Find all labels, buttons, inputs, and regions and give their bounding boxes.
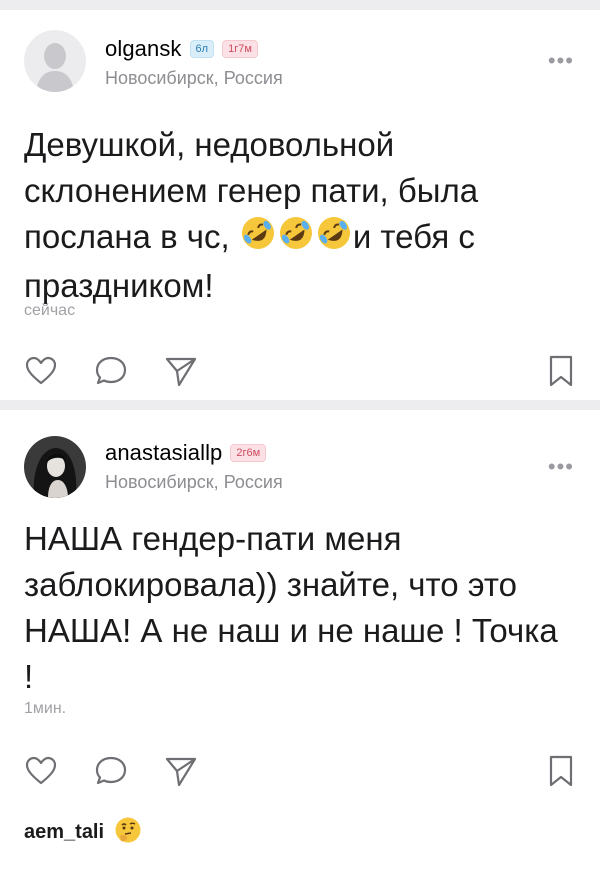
avatar[interactable]: [24, 436, 86, 498]
post-author: anastasiallp 2г6м: [105, 440, 267, 466]
avatar[interactable]: [24, 30, 86, 92]
username[interactable]: anastasiallp: [105, 440, 222, 466]
heart-icon[interactable]: [24, 354, 58, 388]
rolling-on-floor-laughing-emoji: [240, 215, 276, 263]
heart-icon[interactable]: [24, 754, 58, 788]
thinking-face-emoji: [114, 816, 142, 849]
default-avatar-icon: [24, 30, 86, 92]
post-text: Девушкой, недовольной склонением генер п…: [24, 122, 570, 309]
post-text: НАША гендер-пати меня заблокировала)) зн…: [24, 520, 558, 695]
comment-bubble-icon[interactable]: [94, 754, 128, 788]
membership-badge: 2г6м: [230, 444, 267, 462]
post-time: сейчас: [24, 302, 76, 319]
share-plane-icon[interactable]: [164, 354, 198, 388]
share-plane-icon[interactable]: [164, 754, 198, 788]
post-actions: [24, 354, 576, 390]
comment-preview[interactable]: aem_tali: [24, 816, 142, 849]
bookmark-icon[interactable]: [546, 354, 576, 388]
post-author: olgansk 6л 1г7м: [105, 36, 258, 62]
location-text: Новосибирск, Россия: [105, 68, 283, 88]
location-text: Новосибирск, Россия: [105, 472, 283, 492]
user-photo-avatar: [24, 436, 86, 498]
comment-username[interactable]: aem_tali: [24, 821, 104, 844]
more-dots-icon[interactable]: •••: [548, 456, 574, 478]
rolling-on-floor-laughing-emoji: [278, 215, 314, 263]
bookmark-icon[interactable]: [546, 754, 576, 788]
comment-bubble-icon[interactable]: [94, 354, 128, 388]
post-actions: [24, 754, 576, 790]
rolling-on-floor-laughing-emoji: [316, 215, 352, 263]
membership-badge: 1г7м: [222, 40, 258, 58]
post-card: anastasiallp 2г6м Новосибирск, Россия ••…: [0, 410, 600, 878]
more-dots-icon[interactable]: •••: [548, 50, 574, 72]
top-separator: [0, 0, 600, 10]
age-badge: 6л: [189, 40, 215, 58]
post-time: 1мин.: [24, 700, 67, 717]
post-card: olgansk 6л 1г7м Новосибирск, Россия ••• …: [0, 10, 600, 400]
username[interactable]: olgansk: [105, 36, 182, 62]
post-separator: [0, 400, 600, 410]
